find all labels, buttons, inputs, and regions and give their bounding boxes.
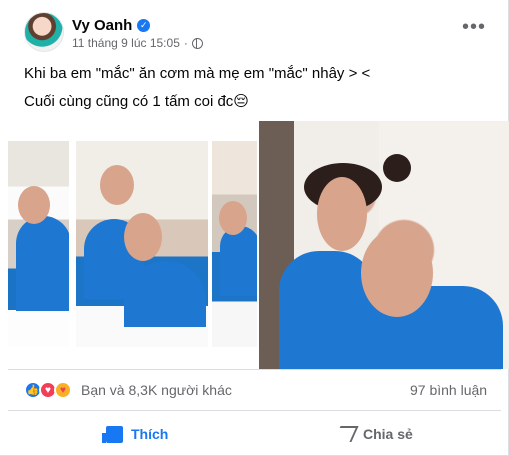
post-photo-collage[interactable] [0, 121, 509, 369]
post-text-line-2: Cuối cùng cũng có 1 tấm coi đc😔 [24, 93, 249, 110]
thumbs-up-icon [102, 425, 123, 443]
featured-photo[interactable] [259, 121, 509, 369]
author-name-row: Vy Oanh ✓ [72, 15, 151, 35]
share-icon [333, 426, 359, 442]
facebook-post-card: Vy Oanh ✓ 11 tháng 9 lúc 15:05 · ••• Khi… [0, 0, 509, 456]
hair-bun-shape [383, 154, 411, 182]
like-button[interactable]: Thích [102, 420, 169, 448]
blue-shirt-shape [220, 226, 257, 296]
person-face-shape [317, 177, 367, 251]
comments-count[interactable]: 97 bình luận [410, 382, 487, 398]
person-face-shape [124, 213, 162, 261]
author-avatar[interactable] [24, 12, 64, 52]
collage-photo-2[interactable] [76, 141, 208, 347]
post-timestamp[interactable]: 11 tháng 9 lúc 15:05 [72, 36, 180, 50]
meta-separator: · [183, 36, 188, 50]
stats-divider [8, 369, 501, 370]
more-options-icon[interactable]: ••• [462, 17, 485, 42]
globe-icon [191, 37, 203, 49]
share-button-label: Chia sẻ [363, 426, 413, 442]
post-meta: 11 tháng 9 lúc 15:05 · [72, 36, 203, 50]
care-reaction-icon: ♥ [54, 381, 72, 399]
actions-divider [8, 410, 501, 411]
reaction-summary-text: Bạn và 8,3K người khác [81, 382, 232, 398]
share-button[interactable]: Chia sẻ [333, 420, 413, 448]
blue-shirt-shape [16, 216, 69, 311]
verified-badge-icon: ✓ [137, 18, 151, 32]
post-header: Vy Oanh ✓ 11 tháng 9 lúc 15:05 · ••• [0, 0, 509, 58]
blue-shirt-shape [124, 261, 206, 327]
like-button-label: Thích [131, 426, 169, 442]
person-face-shape [361, 229, 433, 317]
author-name[interactable]: Vy Oanh [72, 17, 132, 34]
post-text-line-1: Khi ba em "mắc" ăn cơm mà mẹ em "mắc" nh… [24, 65, 371, 82]
reaction-summary[interactable]: 👍 ♥ ♥ Bạn và 8,3K người khác [24, 379, 232, 401]
person-face-shape [18, 186, 50, 224]
person-face-shape [219, 201, 247, 235]
collage-photo-3[interactable] [212, 141, 257, 347]
person-face-shape [100, 165, 134, 205]
collage-photo-1[interactable] [8, 141, 69, 347]
